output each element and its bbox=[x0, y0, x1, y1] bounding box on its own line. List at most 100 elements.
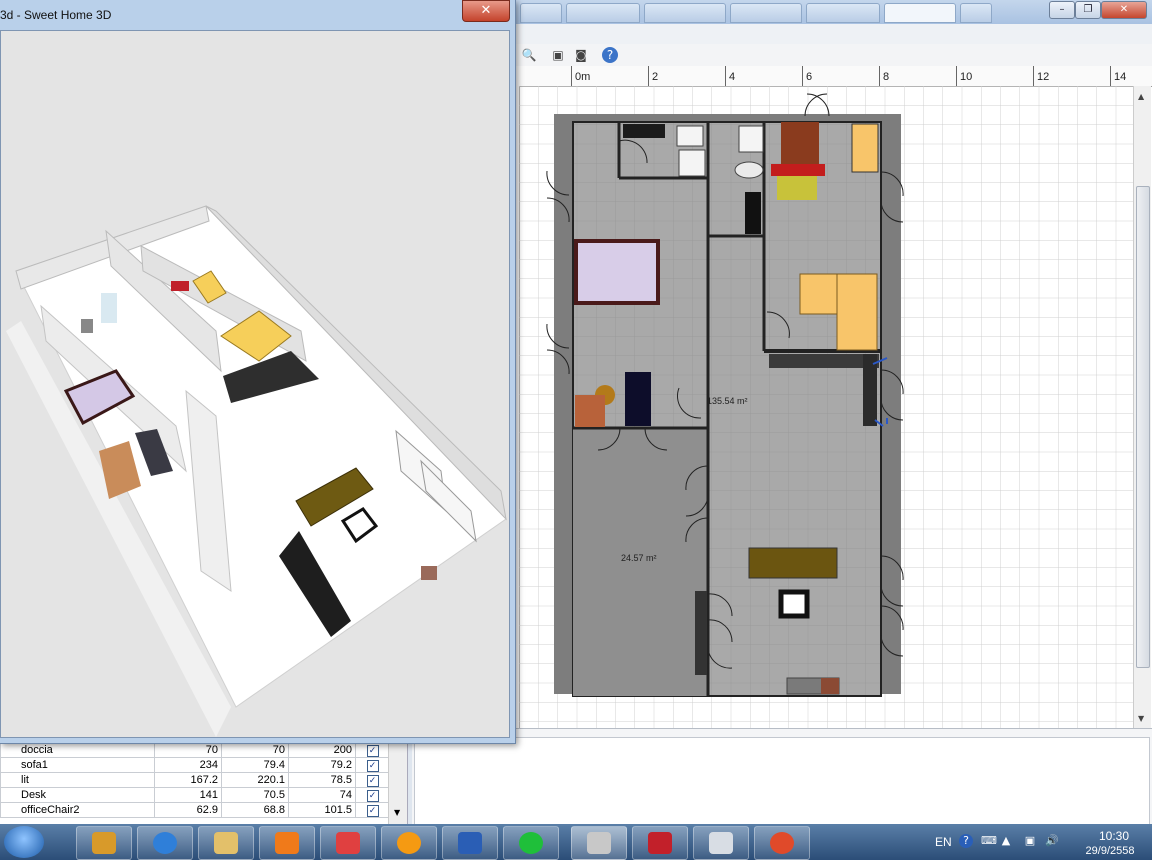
toilet-fixture bbox=[676, 125, 704, 147]
plan-view[interactable]: 0m 2 4 6 8 10 12 14 135.54 m² 24.57 m² bbox=[515, 66, 1152, 728]
furniture-list[interactable]: doccia 70 70 200 ✓ sofa1 234 79.4 79.2 ✓ lit 167.2 2… bbox=[0, 742, 408, 824]
furniture-width-cell: 234 bbox=[154, 757, 222, 773]
furniture-table: doccia 70 70 200 ✓ sofa1 234 79.4 79.2 ✓ lit 167.2 2… bbox=[0, 742, 390, 818]
sofa bbox=[748, 547, 838, 579]
scrollbar-thumb[interactable] bbox=[1136, 186, 1150, 668]
language-indicator[interactable]: EN bbox=[935, 835, 952, 849]
keyboard-icon[interactable]: ⌨ bbox=[981, 834, 997, 848]
camera-icon[interactable]: ▣ bbox=[550, 47, 566, 63]
line-app[interactable] bbox=[503, 826, 559, 860]
browser-tab[interactable] bbox=[520, 3, 562, 23]
chevron-up-icon[interactable]: ▲ bbox=[999, 834, 1013, 848]
plan-vertical-scrollbar[interactable]: ▲ ▼ bbox=[1133, 86, 1151, 728]
browser-tab[interactable] bbox=[960, 3, 992, 23]
bed-headboard bbox=[771, 164, 825, 176]
ruler-label: 8 bbox=[883, 71, 890, 83]
bath-fixture bbox=[738, 125, 764, 153]
washbasin-fixture bbox=[734, 161, 764, 179]
furniture-depth-cell: 220.1 bbox=[221, 772, 289, 788]
crib bbox=[781, 122, 819, 164]
start-button[interactable] bbox=[4, 826, 44, 858]
restore-button[interactable]: ❐ bbox=[1075, 1, 1101, 19]
visible-checkbox[interactable]: ✓ bbox=[366, 774, 379, 787]
visible-checkbox[interactable]: ✓ bbox=[366, 789, 379, 802]
close-button[interactable]: ✕ bbox=[1101, 1, 1147, 19]
furniture-name-cell: officeChair2 bbox=[0, 802, 155, 818]
browser-tab[interactable] bbox=[644, 3, 726, 23]
ruler-label: 4 bbox=[729, 71, 736, 83]
scroll-up-icon[interactable]: ▲ bbox=[1138, 92, 1144, 101]
furniture-list-scrollbar[interactable]: ▼ bbox=[388, 742, 407, 824]
table-row[interactable]: officeChair2 62.9 68.8 101.5 ✓ bbox=[0, 802, 390, 818]
toilet-3d bbox=[81, 319, 93, 333]
mcafee-app[interactable] bbox=[632, 826, 688, 860]
scroll-down-icon[interactable]: ▼ bbox=[394, 808, 400, 817]
word-app[interactable] bbox=[442, 826, 498, 860]
table-row[interactable]: doccia 70 70 200 ✓ bbox=[0, 742, 390, 758]
table-row[interactable]: sofa1 234 79.4 79.2 ✓ bbox=[0, 757, 390, 773]
3d-view-pane bbox=[412, 728, 1152, 825]
orange-app[interactable] bbox=[381, 826, 437, 860]
ruler-label: 12 bbox=[1037, 71, 1050, 83]
ruler-label: 14 bbox=[1114, 71, 1127, 83]
room-area-label: 24.57 m² bbox=[621, 553, 657, 563]
tv-unit bbox=[695, 591, 707, 675]
double-bed bbox=[574, 239, 660, 305]
volume-icon[interactable]: 🔊 bbox=[1045, 834, 1059, 848]
kitchen-counter bbox=[769, 354, 879, 368]
help-icon[interactable]: ? bbox=[602, 47, 618, 63]
visible-cell: ✓ bbox=[355, 802, 390, 818]
close-button[interactable]: ✕ bbox=[462, 0, 510, 22]
calculator-app[interactable] bbox=[693, 826, 749, 860]
3d-view-window[interactable]: 3d - Sweet Home 3D ✕ bbox=[0, 0, 516, 744]
browser-tab[interactable] bbox=[806, 3, 880, 23]
3d-house-render[interactable] bbox=[1, 31, 509, 737]
create-photo-icon[interactable]: ◙ bbox=[573, 47, 589, 63]
ruler-label: 0m bbox=[575, 71, 591, 83]
control-panel-app[interactable] bbox=[320, 826, 376, 860]
browser-tab[interactable] bbox=[730, 3, 802, 23]
explorer-app[interactable] bbox=[76, 826, 132, 860]
furniture-width-cell: 62.9 bbox=[154, 802, 222, 818]
file-manager-app[interactable] bbox=[198, 826, 254, 860]
network-icon[interactable]: ▣ bbox=[1023, 834, 1037, 848]
help-icon[interactable]: ? bbox=[959, 834, 973, 848]
internet-explorer-app[interactable] bbox=[137, 826, 193, 860]
counter-fixture bbox=[623, 124, 665, 138]
shower-fixture bbox=[745, 192, 761, 234]
zoom-out-icon[interactable]: 🔍 bbox=[521, 47, 537, 63]
kitchen-cabinet bbox=[863, 354, 877, 426]
furniture-depth-cell: 79.4 bbox=[221, 757, 289, 773]
desk bbox=[575, 395, 605, 427]
media-player-app[interactable] bbox=[259, 826, 315, 860]
visible-cell: ✓ bbox=[355, 742, 390, 758]
clock-date[interactable]: 29/9/2558 bbox=[1077, 845, 1143, 857]
visible-checkbox[interactable]: ✓ bbox=[366, 759, 379, 772]
red-chair-3d bbox=[171, 281, 189, 291]
wardrobe bbox=[625, 372, 651, 426]
visible-checkbox[interactable]: ✓ bbox=[366, 804, 379, 817]
ruler-label: 6 bbox=[806, 71, 813, 83]
browser-tab[interactable] bbox=[566, 3, 640, 23]
furniture-width-cell: 167.2 bbox=[154, 772, 222, 788]
window-title: 3d - Sweet Home 3D bbox=[0, 8, 112, 22]
floor-plan-canvas[interactable]: 135.54 m² 24.57 m² bbox=[519, 86, 1135, 728]
cabinet bbox=[851, 123, 879, 173]
scroll-down-icon[interactable]: ▼ bbox=[1138, 714, 1144, 723]
furniture-height-cell: 200 bbox=[288, 742, 356, 758]
ruler-label: 2 bbox=[652, 71, 659, 83]
furniture-height-cell: 79.2 bbox=[288, 757, 356, 773]
browser-tab-active[interactable] bbox=[884, 3, 956, 23]
chrome-app[interactable] bbox=[754, 826, 810, 860]
furniture-depth-cell: 70.5 bbox=[221, 787, 289, 803]
clock-time[interactable]: 10:30 bbox=[1090, 829, 1138, 843]
furniture-height-cell: 101.5 bbox=[288, 802, 356, 818]
horizontal-ruler: 0m 2 4 6 8 10 12 14 bbox=[515, 66, 1152, 87]
3d-view-panel[interactable] bbox=[414, 737, 1150, 825]
table-row[interactable]: lit 167.2 220.1 78.5 ✓ bbox=[0, 772, 390, 788]
3d-view-canvas[interactable] bbox=[0, 30, 510, 738]
sweet-home-3d-app[interactable] bbox=[571, 826, 627, 860]
visible-checkbox[interactable]: ✓ bbox=[366, 744, 379, 757]
minimize-button[interactable]: – bbox=[1049, 1, 1075, 19]
table-row[interactable]: Desk 141 70.5 74 ✓ bbox=[0, 787, 390, 803]
